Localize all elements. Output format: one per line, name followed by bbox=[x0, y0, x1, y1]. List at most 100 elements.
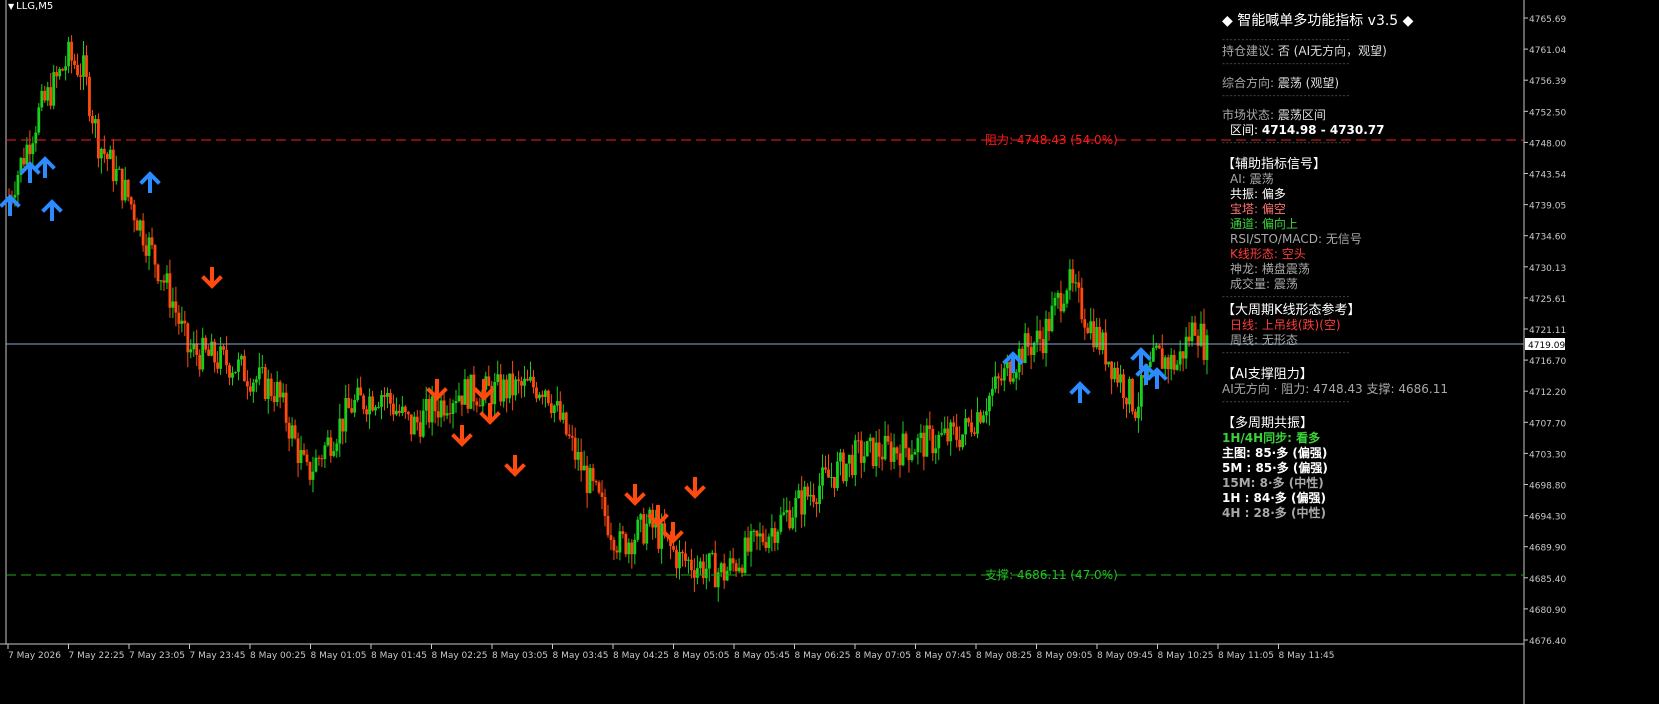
candle-body bbox=[740, 567, 744, 573]
candle-body bbox=[397, 410, 401, 414]
candle-body bbox=[517, 379, 520, 382]
ai-header: 【AI支撑阻力】 bbox=[1222, 367, 1313, 382]
price-axis-label: 4685.40 bbox=[1529, 575, 1566, 585]
candle-body bbox=[639, 514, 643, 520]
candle-body bbox=[213, 341, 217, 363]
candle-body bbox=[43, 90, 47, 101]
multi-period-row: 1H : 84·多 (偏强) bbox=[1222, 491, 1326, 505]
candle-body bbox=[734, 563, 738, 572]
candle-body bbox=[1074, 282, 1078, 284]
candle-body bbox=[61, 69, 65, 71]
candle-body bbox=[99, 148, 103, 159]
candle-body bbox=[862, 456, 866, 463]
candle-body bbox=[624, 533, 628, 555]
market-label: 市场状态: bbox=[1222, 108, 1278, 122]
candle-body bbox=[913, 452, 917, 455]
candle-body bbox=[186, 323, 190, 353]
candle-body bbox=[135, 220, 139, 231]
candle-body bbox=[1110, 361, 1113, 380]
candle-body bbox=[451, 403, 455, 414]
candle-body bbox=[1202, 323, 1206, 360]
aux-signal-key: AI: bbox=[1230, 172, 1250, 186]
candle-body bbox=[588, 468, 592, 493]
candle-body bbox=[901, 433, 905, 466]
candle-body bbox=[806, 486, 810, 497]
ai-sr-line: AI无方向 · 阻力: 4748.43 支撑: 4686.11 bbox=[1222, 382, 1448, 396]
separator: ----------------------------------------… bbox=[1222, 138, 1350, 147]
candle-body bbox=[743, 537, 747, 573]
candle-body bbox=[800, 490, 804, 515]
candle-body bbox=[1193, 322, 1197, 336]
candle-body bbox=[564, 412, 568, 435]
time-axis-label: 8 May 09:45 bbox=[1097, 651, 1153, 661]
dropdown-triangle-icon[interactable]: ▼ bbox=[8, 2, 14, 11]
candle-body bbox=[684, 553, 687, 561]
candle-body bbox=[967, 418, 970, 423]
candle-body bbox=[475, 401, 479, 406]
candle-body bbox=[815, 502, 818, 504]
candle-body bbox=[13, 194, 17, 198]
aux-signal-value: 偏向上 bbox=[1261, 217, 1298, 231]
candle-body bbox=[776, 531, 780, 543]
candle-body bbox=[76, 64, 79, 76]
candle-body bbox=[886, 435, 890, 442]
candle-body bbox=[144, 245, 148, 256]
candle-body bbox=[427, 398, 431, 423]
candle-body bbox=[123, 179, 127, 201]
candle-body bbox=[767, 536, 771, 549]
candle-body bbox=[502, 379, 506, 402]
candle-body bbox=[633, 539, 637, 555]
candle-body bbox=[40, 90, 44, 108]
candle-body bbox=[1131, 378, 1134, 412]
aux-signal: 通道: 偏向上 bbox=[1222, 217, 1522, 232]
candle-body bbox=[52, 72, 56, 106]
candle-body bbox=[1059, 292, 1063, 312]
candle-body bbox=[552, 405, 556, 414]
sell-arrow-icon bbox=[426, 379, 448, 401]
candle-body bbox=[859, 440, 863, 463]
candle-body bbox=[64, 66, 68, 71]
aux-signal-key: K线形态: bbox=[1230, 247, 1282, 261]
bigk-header: 【大周期K线形态参考】 bbox=[1222, 303, 1361, 318]
candle-body bbox=[1062, 303, 1066, 312]
candle-body bbox=[1101, 332, 1105, 351]
candle-body bbox=[1038, 330, 1042, 339]
candle-body bbox=[803, 486, 807, 515]
candle-body bbox=[439, 400, 443, 418]
aux-signal: 共振: 偏多 bbox=[1222, 187, 1522, 202]
candle-body bbox=[856, 440, 860, 442]
candle-body bbox=[701, 561, 705, 579]
time-axis-label: 8 May 08:25 bbox=[976, 651, 1032, 661]
candle-body bbox=[555, 401, 559, 406]
candle-body bbox=[821, 467, 824, 486]
candle-body bbox=[1023, 333, 1027, 364]
candle-body bbox=[335, 443, 339, 452]
candle-body bbox=[850, 454, 854, 476]
candle-body bbox=[1089, 321, 1093, 334]
price-axis-label: 4761.04 bbox=[1529, 46, 1566, 56]
candle-body bbox=[284, 392, 288, 423]
candle-body bbox=[922, 432, 926, 457]
candle-body bbox=[365, 409, 368, 415]
candle-body bbox=[1172, 354, 1176, 370]
candle-body bbox=[1041, 338, 1045, 354]
multi-period-row: 1H/4H同步: 看多 bbox=[1222, 431, 1321, 445]
candle-body bbox=[445, 413, 449, 416]
candle-body bbox=[585, 465, 589, 493]
candle-body bbox=[281, 392, 285, 398]
candle-body bbox=[129, 197, 133, 205]
price-axis-label: 4756.39 bbox=[1529, 77, 1566, 87]
symbol-label[interactable]: ▼ LLG,M5 bbox=[8, 1, 53, 12]
candle-body bbox=[383, 395, 386, 397]
candle-body bbox=[225, 349, 228, 366]
candle-body bbox=[839, 452, 842, 462]
candle-body bbox=[844, 463, 848, 482]
candle-body bbox=[991, 388, 994, 396]
candle-body bbox=[347, 397, 351, 409]
buy-arrow-icon bbox=[41, 199, 63, 221]
candle-body bbox=[952, 422, 956, 427]
candle-body bbox=[907, 448, 911, 461]
candle-body bbox=[341, 418, 345, 432]
time-axis-label: 8 May 02:25 bbox=[432, 651, 488, 661]
candle-body bbox=[290, 425, 294, 439]
